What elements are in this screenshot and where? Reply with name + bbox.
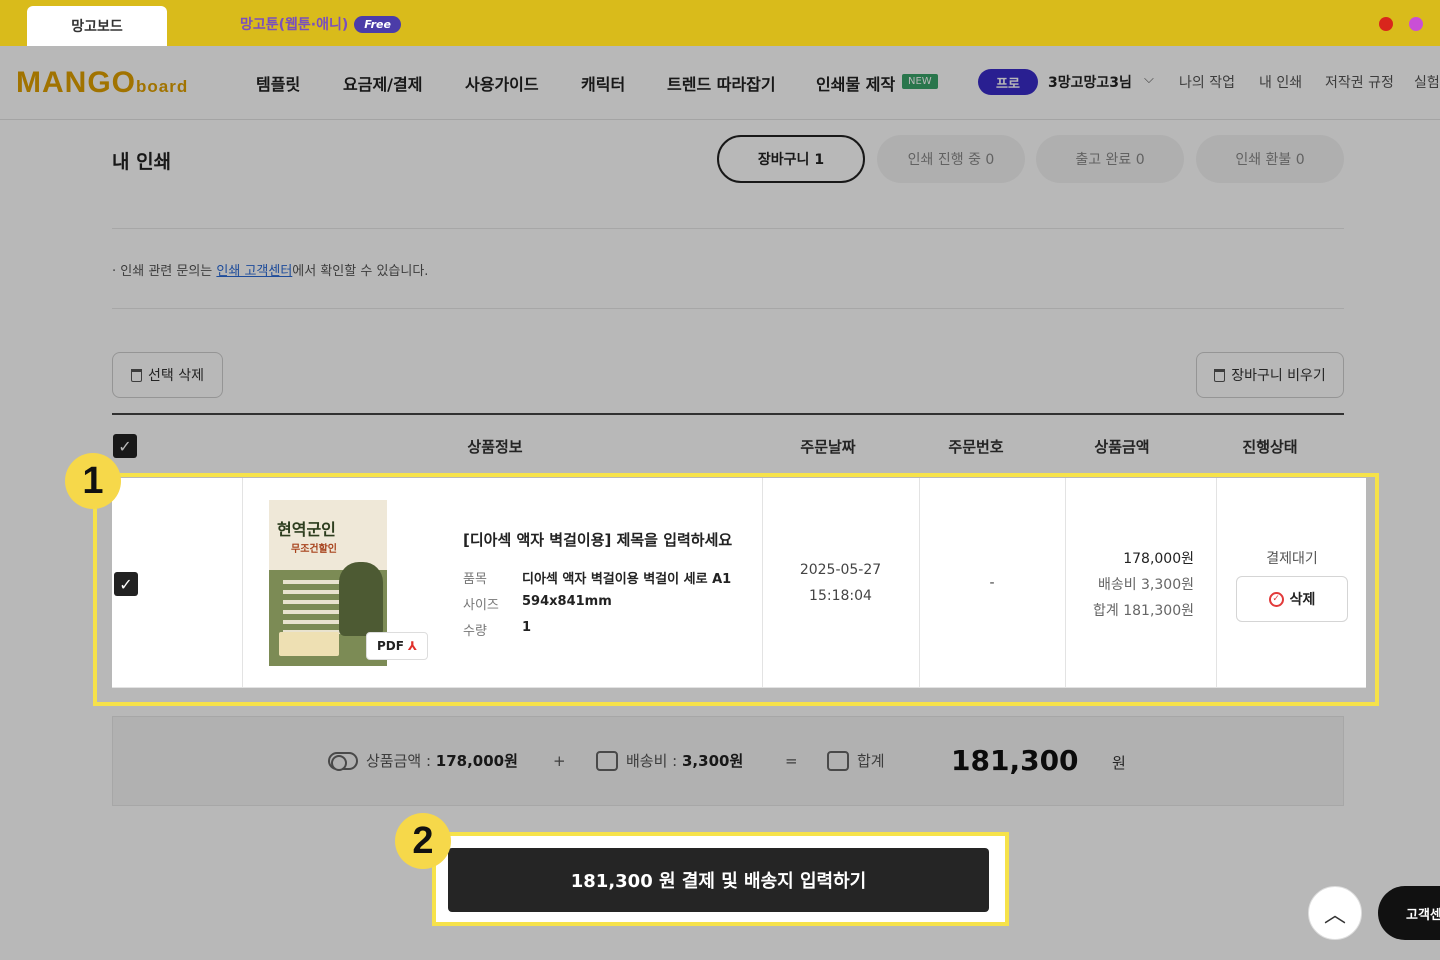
summary-shipping: 배송비 : 3,300원 [596,750,743,771]
nav-my-print[interactable]: 내 인쇄 [1259,72,1302,92]
summary-goods: 상품금액 : 178,000원 [328,750,518,771]
select-all-checkbox[interactable]: ✓ [113,434,137,458]
free-badge: Free [354,15,401,33]
trash-icon [131,368,142,382]
step-marker-1: 1 [65,453,121,509]
nav-print-production[interactable]: 인쇄물 제작 [816,71,895,95]
page-title: 내 인쇄 [112,151,172,173]
user-name[interactable]: 3망고망고3님 [1048,72,1132,92]
empty-cart-button[interactable]: 장바구니 비우기 [1196,352,1344,398]
summary-total-value: 181,300 [951,744,1079,777]
toggle-icon [328,751,358,771]
header-order-number: 주문번호 [948,438,1004,456]
nav-my-work[interactable]: 나의 작업 [1179,72,1235,92]
customer-center-button[interactable]: 고객센 [1378,886,1440,940]
truck-icon [596,750,618,771]
youtube-icon[interactable] [1379,17,1393,31]
nav-copyright[interactable]: 저작권 규정 [1325,72,1394,92]
nav-lab[interactable]: 실험 [1414,72,1440,92]
instagram-icon[interactable] [1409,17,1423,31]
print-notice: · 인쇄 관련 문의는 인쇄 고객센터에서 확인할 수 있습니다. [112,264,429,279]
tab-cart[interactable]: 장바구니 1 [717,135,865,183]
summary-total-label: 합계 [827,750,885,771]
scroll-to-top-button[interactable]: ︿ [1308,886,1362,940]
header-product-info: 상품정보 [467,438,523,456]
new-badge: NEW [902,74,938,89]
nav-guide[interactable]: 사용가이드 [465,71,539,95]
highlight-box-1 [93,473,1379,706]
summary-unit: 원 [1112,754,1126,772]
header-price: 상품금액 [1094,438,1150,456]
divider [112,228,1344,229]
tab-printing[interactable]: 인쇄 진행 중 0 [877,135,1025,183]
highlight-box-2 [432,832,1009,926]
header-order-date: 주문날짜 [800,438,856,456]
pro-badge[interactable]: 프로 [978,69,1038,95]
app-tab-bar: 망고보드 망고툰(웹툰·애니) Free [0,0,1440,46]
divider [112,308,1344,309]
nav-pricing[interactable]: 요금제/결제 [343,71,422,95]
mangoboard-logo[interactable]: MANGOboard [16,66,188,100]
chevron-up-icon: ︿ [1323,903,1346,928]
tab-shipped[interactable]: 출고 완료 0 [1036,135,1184,183]
nav-characters[interactable]: 캐릭터 [581,71,625,95]
tab-mangotoon-label: 망고툰(웹툰·애니) [240,17,349,33]
table-header-line [112,413,1344,415]
tab-refund[interactable]: 인쇄 환불 0 [1196,135,1344,183]
delete-selected-button[interactable]: 선택 삭제 [112,352,223,398]
print-support-link[interactable]: 인쇄 고객센터 [216,264,292,279]
tab-mangoboard[interactable]: 망고보드 [27,6,167,46]
site-header: MANGOboard 템플릿 요금제/결제 사용가이드 캐릭터 트렌드 따라잡기… [0,46,1440,120]
nav-templates[interactable]: 템플릿 [256,71,300,95]
tab-mangotoon[interactable]: 망고툰(웹툰·애니) Free [240,14,401,34]
plus-sign: + [553,752,566,770]
nav-trends[interactable]: 트렌드 따라잡기 [667,71,776,95]
equals-sign: = [785,752,798,770]
header-status: 진행상태 [1242,438,1298,456]
step-marker-2: 2 [395,813,451,869]
calculator-icon [827,750,849,771]
trash-icon [1214,368,1226,382]
chevron-down-icon[interactable]: ⌵ [1144,72,1154,87]
